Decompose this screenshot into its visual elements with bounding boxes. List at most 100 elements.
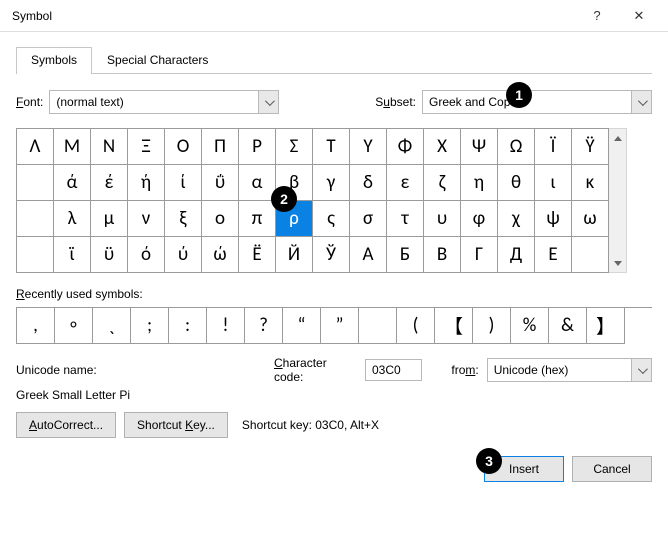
recent-symbol-cell[interactable]: ” [321,308,359,344]
symbol-cell[interactable]: Φ [387,129,424,165]
recent-symbol-cell[interactable]: % [511,308,549,344]
symbol-cell[interactable]: Г [461,237,498,273]
symbol-cell[interactable]: Τ [313,129,350,165]
symbol-cell[interactable]: ν [128,201,165,237]
symbol-cell[interactable]: А [350,237,387,273]
titlebar: Symbol ? ✕ [0,0,668,32]
symbol-grid[interactable]: ΛΜΝΞΟΠΡΣΤΥΦΧΨΩΪΫάέήίΰαβγδεζηθικλμνξοπρςσ… [16,128,609,273]
recent-grid[interactable]: ,∘ˎ;:!?“” (【)%&】 [16,307,652,344]
symbol-cell[interactable]: Ϊ [535,129,572,165]
symbol-cell[interactable]: Ξ [128,129,165,165]
symbol-cell[interactable]: Б [387,237,424,273]
recent-symbol-cell[interactable]: ˎ [93,308,131,344]
symbol-cell[interactable]: φ [461,201,498,237]
close-button[interactable]: ✕ [618,1,660,31]
recent-symbol-cell[interactable]: “ [283,308,321,344]
symbol-cell[interactable] [17,237,54,273]
symbol-cell[interactable]: λ [54,201,91,237]
scroll-track[interactable] [609,147,626,254]
symbol-cell[interactable]: έ [91,165,128,201]
symbol-cell[interactable]: ή [128,165,165,201]
symbol-cell[interactable]: σ [350,201,387,237]
symbol-cell[interactable]: υ [424,201,461,237]
symbol-cell[interactable]: Ў [313,237,350,273]
symbol-cell[interactable]: Ψ [461,129,498,165]
from-dropdown-button[interactable] [631,359,651,381]
symbol-cell[interactable]: ί [165,165,202,201]
symbol-cell[interactable]: ς [313,201,350,237]
symbol-cell[interactable]: ξ [165,201,202,237]
symbol-cell[interactable]: θ [498,165,535,201]
symbol-cell[interactable]: ϋ [91,237,128,273]
symbol-cell[interactable]: ά [54,165,91,201]
symbol-cell[interactable]: Ν [91,129,128,165]
scroll-down-button[interactable] [609,254,626,272]
from-combo[interactable]: Unicode (hex) [487,358,652,382]
recent-symbol-cell[interactable]: 【 [435,308,473,344]
symbol-cell[interactable]: χ [498,201,535,237]
symbol-cell[interactable]: ε [387,165,424,201]
recent-symbol-cell[interactable]: ( [397,308,435,344]
symbol-cell[interactable]: Μ [54,129,91,165]
symbol-cell[interactable]: Λ [17,129,54,165]
char-code-label: Character code: [274,356,357,384]
symbol-cell[interactable]: Ω [498,129,535,165]
symbol-cell[interactable]: δ [350,165,387,201]
symbol-cell[interactable]: Σ [276,129,313,165]
symbol-cell[interactable]: τ [387,201,424,237]
recent-symbol-cell[interactable]: ; [131,308,169,344]
recent-symbol-cell[interactable]: , [17,308,55,344]
recent-symbol-cell[interactable]: ) [473,308,511,344]
symbol-cell[interactable]: Ё [239,237,276,273]
recent-symbol-cell[interactable]: 】 [587,308,625,344]
symbol-cell[interactable]: Й [276,237,313,273]
shortcut-info: Shortcut key: 03C0, Alt+X [242,418,379,432]
recent-symbol-cell[interactable]: ! [207,308,245,344]
symbol-cell[interactable]: ύ [165,237,202,273]
symbol-cell[interactable]: В [424,237,461,273]
recent-symbol-cell[interactable]: ∘ [55,308,93,344]
symbol-cell[interactable]: ω [572,201,609,237]
symbol-cell[interactable]: Χ [424,129,461,165]
help-button[interactable]: ? [576,1,618,31]
cancel-button[interactable]: Cancel [572,456,652,482]
symbol-cell[interactable]: ο [202,201,239,237]
symbol-cell[interactable]: ψ [535,201,572,237]
symbol-cell[interactable]: ι [535,165,572,201]
symbol-cell[interactable]: Ρ [239,129,276,165]
symbol-cell[interactable]: ζ [424,165,461,201]
shortcut-key-button[interactable]: Shortcut Key... [124,412,228,438]
subset-combo[interactable]: Greek and Coptic [422,90,652,114]
symbol-cell[interactable]: ΰ [202,165,239,201]
symbol-cell[interactable]: ώ [202,237,239,273]
symbol-cell[interactable]: Π [202,129,239,165]
symbol-cell[interactable]: μ [91,201,128,237]
symbol-cell[interactable] [572,237,609,273]
recent-symbol-cell[interactable]: & [549,308,587,344]
recent-symbol-cell[interactable]: : [169,308,207,344]
symbol-cell[interactable]: γ [313,165,350,201]
autocorrect-button[interactable]: AutoCorrect... [16,412,116,438]
font-combo[interactable]: (normal text) [49,90,279,114]
tab-symbols[interactable]: Symbols [16,47,92,74]
symbol-cell[interactable]: Ο [165,129,202,165]
symbol-cell[interactable]: η [461,165,498,201]
symbol-cell[interactable]: Е [535,237,572,273]
symbol-cell[interactable]: κ [572,165,609,201]
char-code-input[interactable]: 03C0 [365,359,422,381]
recent-symbol-cell[interactable]: ? [245,308,283,344]
symbol-cell[interactable] [17,165,54,201]
font-dropdown-button[interactable] [258,91,278,113]
symbol-cell[interactable]: Ϋ [572,129,609,165]
symbol-cell[interactable]: ό [128,237,165,273]
symbol-cell[interactable]: Д [498,237,535,273]
recent-symbol-cell[interactable] [359,308,397,344]
subset-dropdown-button[interactable] [631,91,651,113]
scroll-up-button[interactable] [609,129,626,147]
symbol-cell[interactable]: ϊ [54,237,91,273]
symbol-cell[interactable]: π [239,201,276,237]
tab-special-characters[interactable]: Special Characters [92,47,223,74]
grid-scrollbar[interactable] [609,128,627,273]
symbol-cell[interactable]: Υ [350,129,387,165]
symbol-cell[interactable] [17,201,54,237]
